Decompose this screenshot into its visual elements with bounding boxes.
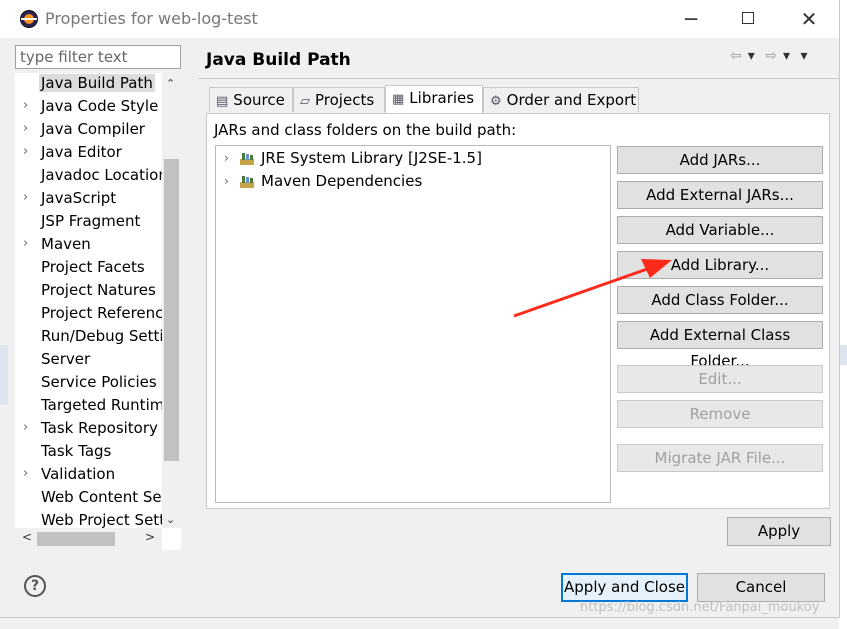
scroll-left-icon[interactable]: < [22, 530, 32, 544]
tree-item-label: Java Code Style [41, 97, 159, 115]
back-arrow-icon[interactable]: ⇦ [730, 48, 742, 64]
tree-item[interactable]: Project Facets [15, 257, 165, 280]
tree-item[interactable]: Javadoc Location [15, 165, 165, 188]
tab-source[interactable]: ▤ Source [209, 87, 293, 112]
filter-input[interactable] [15, 45, 181, 69]
help-icon[interactable]: ? [24, 575, 46, 597]
tree-item[interactable]: Service Policies [15, 372, 165, 395]
source-folder-icon: ▤ [216, 94, 229, 109]
tab-order-and-export[interactable]: ⚙ Order and Export [483, 87, 639, 112]
close-button[interactable]: ✕ [786, 4, 832, 34]
expand-arrow-icon[interactable]: › [23, 98, 28, 113]
tree-item-label: Maven [41, 235, 91, 253]
tree-item-label: Web Content Settings [41, 488, 165, 506]
tree-item-label: Run/Debug Settings [41, 327, 165, 345]
projects-folder-icon: ▱ [300, 94, 310, 109]
tree-item-label: Task Tags [41, 442, 112, 460]
migrate-jar-button[interactable]: Migrate JAR File... [617, 444, 823, 472]
expand-arrow-icon[interactable]: › [23, 144, 28, 159]
forward-menu-icon[interactable]: ▾ [783, 48, 790, 64]
tree-item-label: Project Facets [41, 258, 145, 276]
back-menu-icon[interactable]: ▾ [748, 48, 755, 64]
maximize-button[interactable] [742, 12, 754, 24]
tree-item[interactable]: › Task Repository [15, 418, 165, 441]
page-navigation: ⇦ ▾ ⇨ ▾ ▾ [730, 48, 813, 64]
edit-button[interactable]: Edit... [617, 365, 823, 393]
tree-item-label: Project References [41, 304, 165, 322]
tree-item[interactable]: Java Build Path [15, 73, 165, 96]
library-icon [240, 153, 254, 165]
tree-item[interactable]: Server [15, 349, 165, 372]
tree-item[interactable]: › Maven [15, 234, 165, 257]
scroll-down-icon[interactable]: ⌄ [166, 513, 175, 526]
tree-item[interactable]: Web Content Settings [15, 487, 165, 510]
add-variable-button[interactable]: Add Variable... [617, 216, 823, 244]
tree-item[interactable]: Targeted Runtimes [15, 395, 165, 418]
tree-item[interactable]: Project Natures [15, 280, 165, 303]
expand-arrow-icon[interactable]: › [224, 151, 229, 165]
tree-item-label: Server [41, 350, 91, 368]
tree-vertical-scrollbar[interactable]: ⌃ ⌄ [162, 73, 181, 528]
tree-item-label: Java Editor [41, 143, 122, 161]
tree-item[interactable]: Task Tags [15, 441, 165, 464]
tree-item[interactable]: › Java Compiler [15, 119, 165, 142]
tree-item-label: Project Natures [41, 281, 156, 299]
hscroll-thumb[interactable] [37, 532, 115, 546]
tree-item[interactable]: › JavaScript [15, 188, 165, 211]
tree-item[interactable]: Run/Debug Settings [15, 326, 165, 349]
tree-item-label: JavaScript [41, 189, 117, 207]
remove-button[interactable]: Remove [617, 400, 823, 428]
tree-item-label: Validation [41, 465, 116, 483]
properties-dialog: Properties for web-log-test ─ ✕ Java Bui… [0, 0, 840, 618]
apply-and-close-button[interactable]: Apply and Close [561, 573, 688, 602]
tree-item-label: Java Compiler [41, 120, 145, 138]
tree-item-label: JSP Fragment [41, 212, 141, 230]
add-class-folder-button[interactable]: Add Class Folder... [617, 286, 823, 314]
tree-item[interactable]: › Validation [15, 464, 165, 487]
add-library-button[interactable]: Add Library... [617, 251, 823, 279]
tab-libraries[interactable]: ▦ Libraries [385, 85, 483, 113]
view-menu-icon[interactable]: ▾ [800, 48, 807, 64]
add-external-class-folder-button[interactable]: Add External Class Folder... [617, 321, 823, 370]
tree-item-label: Java Build Path [39, 74, 155, 92]
expand-arrow-icon[interactable]: › [23, 466, 28, 481]
tree-item-label: Targeted Runtimes [41, 396, 165, 414]
cancel-button[interactable]: Cancel [697, 573, 825, 602]
tab-projects[interactable]: ▱ Projects [293, 87, 385, 112]
tree-item-label: Task Repository [41, 419, 158, 437]
scroll-thumb[interactable] [164, 159, 179, 461]
watermark: https://blog.csdn.net/Fanpai_moukoy [580, 600, 820, 615]
add-jars-button[interactable]: Add JARs... [617, 146, 823, 174]
tree-item[interactable]: › Java Editor [15, 142, 165, 165]
tree-item[interactable]: Project References [15, 303, 165, 326]
minimize-button[interactable]: ─ [668, 4, 714, 34]
eclipse-logo-icon [20, 10, 38, 28]
libraries-icon: ▦ [392, 92, 405, 107]
order-export-icon: ⚙ [490, 94, 502, 109]
page-title: Java Build Path [206, 50, 351, 70]
library-icon [240, 176, 254, 188]
expand-arrow-icon[interactable]: › [224, 174, 229, 188]
forward-arrow-icon[interactable]: ⇨ [765, 48, 777, 64]
tree-item-label: Service Policies [41, 373, 157, 391]
tree-item-label: Web Project Settings [41, 511, 165, 529]
divider [199, 78, 839, 79]
add-external-jars-button[interactable]: Add External JARs... [617, 181, 823, 209]
apply-button[interactable]: Apply [727, 517, 831, 546]
expand-arrow-icon[interactable]: › [23, 190, 28, 205]
properties-tree: Java Build Path › Java Code Style › Java Com… [15, 73, 181, 550]
libraries-list-label: JARs and class folders on the build path… [214, 121, 517, 139]
title-bar: Properties for web-log-test ─ ✕ [0, 0, 839, 38]
tree-horizontal-scrollbar[interactable]: < > [15, 528, 162, 550]
tree-item-label: Javadoc Location [41, 166, 165, 184]
scroll-up-icon[interactable]: ⌃ [166, 77, 175, 90]
tree-item[interactable]: JSP Fragment [15, 211, 165, 234]
scroll-right-icon[interactable]: > [145, 530, 155, 544]
tree-item[interactable]: › Java Code Style [15, 96, 165, 119]
expand-arrow-icon[interactable]: › [23, 236, 28, 251]
window-title: Properties for web-log-test [45, 9, 258, 28]
expand-arrow-icon[interactable]: › [23, 420, 28, 435]
libraries-list[interactable]: › JRE System Library [J2SE-1.5] › Maven … [215, 145, 611, 503]
expand-arrow-icon[interactable]: › [23, 121, 28, 136]
